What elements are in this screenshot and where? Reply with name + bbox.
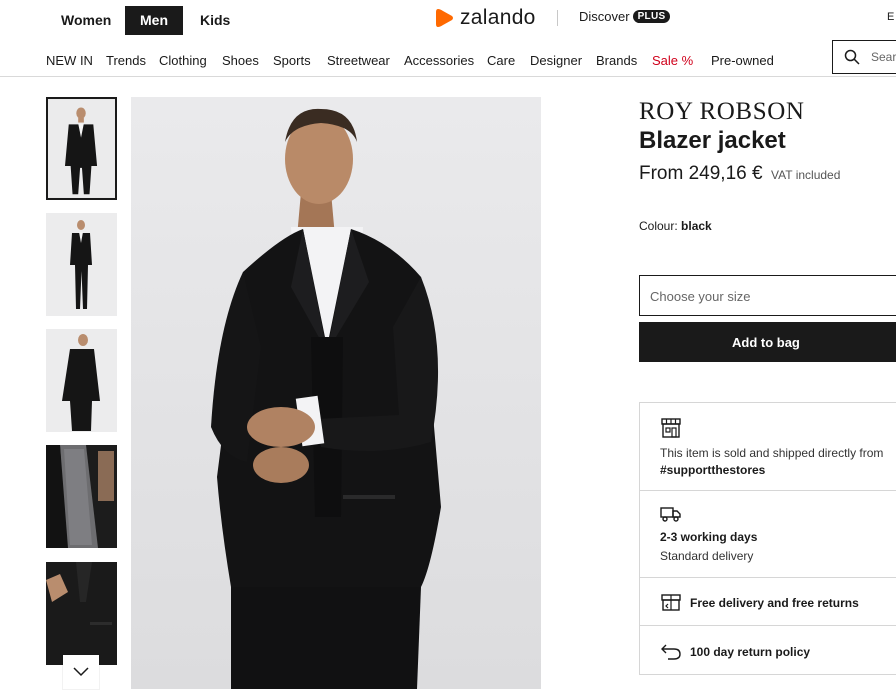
thumbnail-full-body-image	[46, 213, 117, 316]
language-switch[interactable]: E	[887, 11, 894, 23]
size-placeholder: Choose your size	[650, 289, 751, 304]
gender-tab-kids[interactable]: Kids	[185, 6, 245, 35]
zalando-logo-icon	[436, 9, 453, 27]
nav-streetwear[interactable]: Streetwear	[327, 53, 390, 68]
nav-pre-owned[interactable]: Pre-owned	[711, 53, 774, 68]
colour-value: black	[681, 219, 712, 233]
discover-plus-link[interactable]: Discover PLUS	[579, 9, 671, 24]
thumbnail-lining-image	[46, 445, 117, 548]
store-icon	[661, 418, 681, 438]
plus-badge: PLUS	[632, 10, 671, 23]
gender-tab-men[interactable]: Men	[125, 6, 183, 35]
support-stores-tag: #supportthestores	[660, 463, 766, 477]
nav-sale[interactable]: Sale %	[652, 53, 693, 68]
zalando-logo[interactable]: zalando	[435, 6, 536, 30]
brand-name[interactable]: ROY ROBSON	[639, 98, 805, 126]
nav-trends[interactable]: Trends	[106, 53, 146, 68]
thumbnail-5[interactable]	[46, 562, 117, 665]
add-to-bag-button[interactable]: Add to bag	[639, 322, 896, 362]
colour-row: Colour: black	[639, 219, 712, 233]
nav-shoes[interactable]: Shoes	[222, 53, 259, 68]
store-info-row: This item is sold and shipped directly f…	[640, 403, 896, 491]
category-nav: NEW IN Trends Clothing Shoes Sports Stre…	[0, 40, 896, 77]
search-placeholder: Sear	[871, 50, 896, 64]
delivery-truck-icon	[660, 507, 681, 522]
search-icon	[844, 49, 860, 65]
delivery-days: 2-3 working days	[660, 530, 758, 544]
nav-care[interactable]: Care	[487, 53, 515, 68]
search-input[interactable]: Sear	[832, 40, 896, 74]
free-delivery-text: Free delivery and free returns	[690, 596, 859, 610]
thumbnail-2[interactable]	[46, 213, 117, 316]
chevron-down-icon	[73, 667, 89, 677]
store-text: This item is sold and shipped directly f…	[660, 446, 884, 460]
delivery-type: Standard delivery	[660, 549, 754, 563]
thumbnail-back-image	[46, 329, 117, 432]
thumbnail-front-image	[48, 99, 115, 198]
nav-designer[interactable]: Designer	[530, 53, 582, 68]
logo-text: zalando	[460, 6, 536, 29]
free-returns-icon	[661, 594, 681, 611]
product-name: Blazer jacket	[639, 127, 786, 154]
nav-new-in[interactable]: NEW IN	[46, 53, 93, 68]
thumbnails-scroll-down-button[interactable]	[63, 655, 99, 689]
size-select[interactable]: Choose your size	[639, 275, 896, 316]
return-arrow-icon	[661, 644, 681, 660]
colour-label: Colour:	[639, 219, 678, 233]
delivery-info-box: This item is sold and shipped directly f…	[639, 402, 896, 675]
price: From 249,16 €	[639, 163, 763, 184]
discover-label: Discover	[579, 9, 630, 24]
model-in-blazer-illustration	[131, 97, 541, 689]
vat-note: VAT included	[771, 168, 841, 182]
thumbnail-4[interactable]	[46, 445, 117, 548]
nav-brands[interactable]: Brands	[596, 53, 637, 68]
thumbnail-1[interactable]	[46, 97, 117, 200]
return-policy-text: 100 day return policy	[690, 645, 811, 659]
top-bar: Women Men Kids zalando Discover PLUS E	[0, 0, 896, 40]
thumbnail-3[interactable]	[46, 329, 117, 432]
nav-clothing[interactable]: Clothing	[159, 53, 207, 68]
nav-accessories[interactable]: Accessories	[404, 53, 474, 68]
divider	[557, 10, 558, 26]
nav-sports[interactable]: Sports	[273, 53, 311, 68]
gender-tab-women[interactable]: Women	[46, 6, 126, 35]
free-delivery-row: Free delivery and free returns	[640, 578, 896, 626]
main-product-image[interactable]	[131, 97, 541, 689]
price-row: From 249,16 € VAT included	[639, 163, 840, 185]
delivery-time-row: 2-3 working days Standard delivery	[640, 491, 896, 578]
return-policy-row: 100 day return policy	[640, 626, 896, 676]
thumbnail-detail-image	[46, 562, 117, 665]
